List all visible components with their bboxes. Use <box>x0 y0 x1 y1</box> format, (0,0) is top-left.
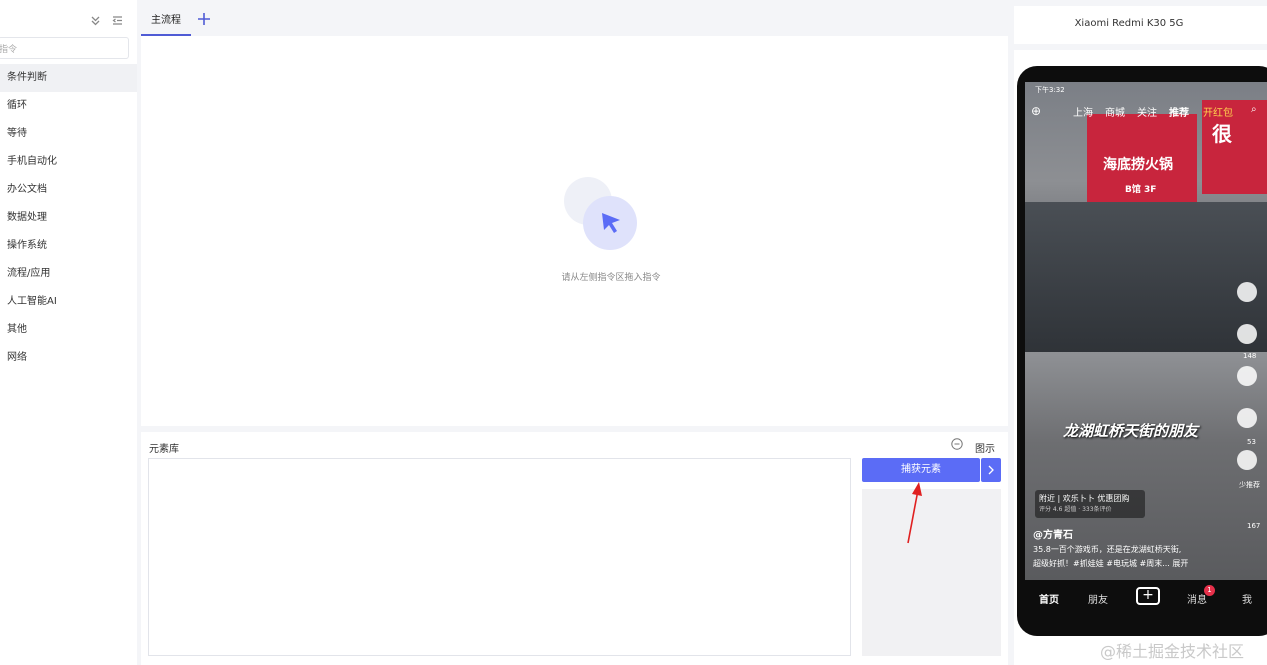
star-count: 53 <box>1247 438 1256 446</box>
restaurant-sign: 海底捞火锅 B馆 3F <box>1087 114 1197 202</box>
poi-subtitle: 评分 4.6 超值 · 333条评价 <box>1039 506 1112 513</box>
add-circle-icon[interactable]: ⊕ <box>1031 104 1041 118</box>
right-sign-text: 很 <box>1212 122 1232 146</box>
mall-building <box>1025 202 1267 352</box>
app-top-nav: ⊕ 上海 商城 关注 推荐 开红包 ⌕ <box>1025 102 1267 122</box>
description-line-1: 35.8一百个游戏币，还是在龙湖虹桥天街, <box>1033 545 1182 554</box>
author-avatar[interactable] <box>1237 282 1257 302</box>
add-tab-icon[interactable] <box>197 12 211 26</box>
sidebar-item-flow-app[interactable]: 流程/应用 <box>0 260 137 288</box>
sidebar-item-os[interactable]: 操作系统 <box>0 232 137 260</box>
sidebar-item-mobile-automation[interactable]: 手机自动化 <box>0 148 137 176</box>
message-badge: 1 <box>1204 585 1215 596</box>
element-preview-area <box>862 489 1001 656</box>
collapse-all-icon[interactable] <box>89 14 102 27</box>
element-library-panel: 元素库 图示 捕获元素 <box>141 432 1008 665</box>
sidebar-item-other[interactable]: 其他 <box>0 316 137 344</box>
top-nav-mall[interactable]: 商城 <box>1105 104 1125 119</box>
top-nav-recommend[interactable]: 推荐 <box>1169 104 1189 119</box>
tab-main-flow[interactable]: 主流程 <box>141 6 191 36</box>
video-caption: 龙湖虹桥天街的朋友 <box>1063 422 1199 440</box>
poi-title: 附近 | 欢乐卜卜 优惠团购 <box>1039 494 1130 503</box>
video-description: 35.8一百个游戏币，还是在龙湖虹桥天街, 超级好抓！#抓娃娃 #电玩城 #周末… <box>1033 543 1223 571</box>
like-count: 148 <box>1243 352 1257 360</box>
bottom-nav-me[interactable]: 我 <box>1242 591 1252 606</box>
drag-pointer-icon <box>564 177 637 250</box>
phone-screen[interactable]: 下午3:32 海底捞火锅 B馆 3F 很 ⊕ 上海 商城 关注 推荐 开红包 ⌕… <box>1025 82 1267 580</box>
device-title: Xiaomi Redmi K30 5G <box>1074 18 1184 29</box>
sidebar-item-loop[interactable]: 循环 <box>0 92 137 120</box>
dislike-label: 少推荐 <box>1239 481 1260 489</box>
top-nav-shanghai[interactable]: 上海 <box>1073 104 1093 119</box>
command-sidebar: 指令 条件判断 循环 等待 手机自动化 办公文档 数据处理 操作系统 流程/应用… <box>0 0 137 665</box>
capture-element-button[interactable]: 捕获元素 <box>862 458 980 482</box>
comment-icon[interactable] <box>1237 366 1257 386</box>
element-library-title: 元素库 <box>149 444 179 455</box>
sidebar-item-data-processing[interactable]: 数据处理 <box>0 204 137 232</box>
star-icon[interactable] <box>1237 408 1257 428</box>
collapse-circle-icon[interactable] <box>951 438 963 450</box>
video-side-actions <box>1237 282 1267 492</box>
sidebar-item-wait[interactable]: 等待 <box>0 120 137 148</box>
poi-card[interactable]: 附近 | 欢乐卜卜 优惠团购 评分 4.6 超值 · 333条评价 <box>1035 490 1145 518</box>
like-icon[interactable] <box>1237 324 1257 344</box>
chevron-right-icon <box>988 465 994 475</box>
empty-canvas-hint: 请从左侧指令区拖入指令 <box>561 273 661 283</box>
description-line-2: 超级好抓！#抓娃娃 #电玩城 #周末... 展开 <box>1033 559 1189 568</box>
sign-main-text: 海底捞火锅 <box>1103 157 1173 173</box>
sign-floor-text: B馆 3F <box>1125 185 1157 195</box>
flow-canvas[interactable]: 请从左侧指令区拖入指令 <box>141 36 1008 426</box>
create-video-icon[interactable]: + <box>1136 587 1160 605</box>
share-icon[interactable] <box>1237 450 1257 470</box>
video-author[interactable]: @方青石 <box>1033 526 1073 541</box>
command-category-list: 条件判断 循环 等待 手机自动化 办公文档 数据处理 操作系统 流程/应用 人工… <box>0 64 137 372</box>
sidebar-item-ai[interactable]: 人工智能AI <box>0 288 137 316</box>
bottom-nav-friends[interactable]: 朋友 <box>1088 591 1108 606</box>
panel-divider <box>1014 44 1267 50</box>
top-nav-follow[interactable]: 关注 <box>1137 104 1157 119</box>
watermark: @稀土掘金技术社区 <box>1100 642 1245 661</box>
command-search-input[interactable]: 指令 <box>0 37 129 59</box>
search-icon[interactable]: ⌕ <box>1251 104 1257 115</box>
sidebar-item-office-docs[interactable]: 办公文档 <box>0 176 137 204</box>
bottom-nav-home[interactable]: 首页 <box>1039 591 1059 606</box>
capture-options-button[interactable] <box>981 458 1001 482</box>
sidebar-item-network[interactable]: 网络 <box>0 344 137 372</box>
top-nav-red-packet[interactable]: 开红包 <box>1203 104 1233 119</box>
share-count: 167 <box>1247 522 1261 530</box>
app-bottom-nav: 首页 朋友 + 消息 1 我 <box>1025 580 1267 614</box>
sidebar-tools <box>89 14 124 27</box>
sidebar-item-condition[interactable]: 条件判断 <box>0 64 137 92</box>
menu-fold-icon[interactable] <box>111 14 124 27</box>
flow-tab-bar: 主流程 <box>141 6 1008 36</box>
element-list-box[interactable] <box>148 458 851 656</box>
annotation-arrow-icon <box>907 482 922 544</box>
show-diagram-toggle[interactable]: 图示 <box>975 440 995 455</box>
phone-status-time: 下午3:32 <box>1035 86 1065 94</box>
